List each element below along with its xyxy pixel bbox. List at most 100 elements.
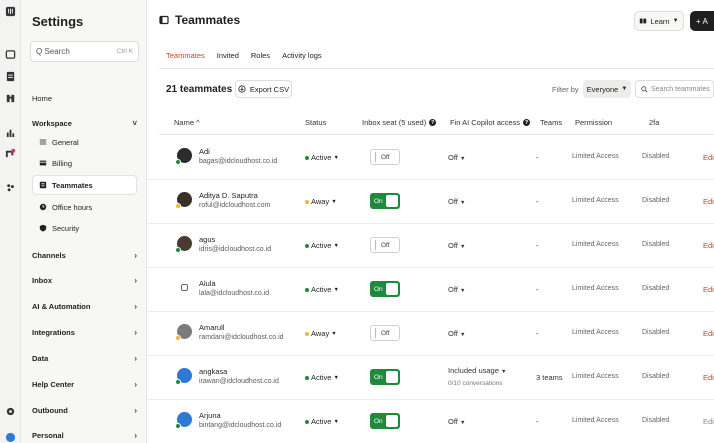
sidebar-item-billing[interactable]: Billing xyxy=(39,153,137,173)
settings-gear-icon[interactable] xyxy=(4,405,17,418)
copilot-access-label: Off xyxy=(448,417,458,426)
search-teammates-input[interactable]: Search teammates xyxy=(635,80,714,98)
user-avatar-icon[interactable] xyxy=(4,430,17,443)
sidebar-item-home[interactable]: Home xyxy=(32,88,137,108)
table-row[interactable]: Adi bagas@idcloudhost.co.id Active ▼ Off Off … xyxy=(147,136,714,180)
teammate-name[interactable]: Aditya D. Saputra xyxy=(199,191,258,200)
caret-down-icon: ▼ xyxy=(459,420,466,426)
sidebar-item-security[interactable]: Security xyxy=(39,218,137,238)
column-header-label: Permission xyxy=(575,118,613,127)
add-teammate-button[interactable]: + A xyxy=(690,11,714,31)
status-dropdown[interactable]: Away ▼ xyxy=(305,329,337,338)
sidebar-section-help-center[interactable]: Help Center › xyxy=(32,374,137,394)
permission-value: Limited Access xyxy=(572,329,619,336)
column-header-name[interactable]: Name ^ xyxy=(174,118,200,127)
status-dropdown[interactable]: Active ▼ xyxy=(305,285,339,294)
learn-button[interactable]: Learn ▼ xyxy=(634,11,684,31)
status-dropdown[interactable]: Active ▼ xyxy=(305,241,339,250)
edit-link[interactable]: Edit xyxy=(703,373,714,382)
book-icon xyxy=(640,18,647,24)
teammate-name[interactable]: Arjuna xyxy=(199,411,221,420)
copilot-access-dropdown[interactable]: Off ▼ xyxy=(448,417,465,426)
reports-icon[interactable] xyxy=(4,126,17,139)
edit-link[interactable]: Edit xyxy=(703,197,714,206)
edit-link[interactable]: Edit xyxy=(703,153,714,162)
outbound-icon[interactable] xyxy=(4,147,17,160)
tab-roles[interactable]: Roles xyxy=(251,51,270,69)
sidebar-item-general[interactable]: General xyxy=(39,132,137,152)
toggle-label: Off xyxy=(381,241,390,249)
inbox-icon[interactable] xyxy=(4,48,17,61)
table-row[interactable]: Amarull ramdani@idcloudhost.co.id Away ▼ Off… xyxy=(147,312,714,356)
sidebar-section-workspace[interactable]: Workspace ˅ xyxy=(32,113,137,133)
copilot-access-dropdown[interactable]: Included usage ▼ xyxy=(448,366,506,375)
teammate-name[interactable]: angkasa xyxy=(199,367,227,376)
sidebar-section-integrations[interactable]: Integrations › xyxy=(32,322,137,342)
sidebar-item-teammates[interactable]: Teammates xyxy=(32,175,137,195)
caret-down-icon: ▼ xyxy=(459,288,466,294)
status-dropdown[interactable]: Active ▼ xyxy=(305,153,339,162)
sidebar-section-data[interactable]: Data › xyxy=(32,348,137,368)
avatar xyxy=(175,412,192,429)
edit-link[interactable]: Edit xyxy=(703,241,714,250)
teammate-name[interactable]: agus xyxy=(199,235,215,244)
sidebar-section-label: Channels xyxy=(32,250,66,260)
sidebar-search[interactable]: Q Search Ctrl K xyxy=(30,41,139,62)
table-row[interactable]: agus idris@idcloudhost.co.id Active ▼ Off Off… xyxy=(147,224,714,268)
sidebar-section-inbox[interactable]: Inbox › xyxy=(32,270,137,290)
copilot-access-dropdown[interactable]: Off ▼ xyxy=(448,197,465,206)
tab-teammates[interactable]: Teammates xyxy=(166,51,205,69)
page-title: Teammates xyxy=(159,13,240,27)
table-row[interactable]: angkasa irawan@idcloudhost.co.id Active ▼ On… xyxy=(147,356,714,400)
sidebar-item-office-hours[interactable]: Office hours xyxy=(39,197,137,217)
copilot-access-label: Included usage xyxy=(448,366,499,375)
teammate-name[interactable]: Adi xyxy=(199,147,210,156)
inbox-seat-toggle[interactable]: On xyxy=(370,193,400,209)
table-row[interactable]: Aditya D. Saputra roful@idcloudhost.com Aw… xyxy=(147,180,714,224)
caret-down-icon: ▼ xyxy=(331,198,337,205)
inbox-seat-toggle[interactable]: Off xyxy=(370,237,400,253)
status-dot xyxy=(305,199,309,204)
copilot-access-dropdown[interactable]: Off ▼ xyxy=(448,153,465,162)
caret-down-icon: ▼ xyxy=(459,244,466,250)
column-header-copilot: Fin AI Copilot access? xyxy=(450,118,531,127)
apps-icon[interactable] xyxy=(4,181,17,194)
sidebar-section-ai-automation[interactable]: AI & Automation › xyxy=(32,296,137,316)
chevron-right-icon: › xyxy=(134,301,137,311)
help-icon[interactable]: ? xyxy=(523,119,531,126)
edit-link[interactable]: Edit xyxy=(703,285,714,294)
tab-bar: Teammates Invited Roles Activity logs xyxy=(166,51,322,69)
inbox-seat-toggle[interactable]: Off xyxy=(370,325,400,341)
status-dot xyxy=(305,287,309,292)
inbox-seat-toggle[interactable]: On xyxy=(370,369,400,385)
export-csv-button[interactable]: Export CSV xyxy=(235,80,292,98)
copilot-access-dropdown[interactable]: Off ▼ xyxy=(448,329,465,338)
table-row[interactable]: Alula lala@idcloudhost.co.id Active ▼ On Off … xyxy=(147,268,714,312)
table-row[interactable]: Arjuna bintang@idcloudhost.co.id Active ▼ On… xyxy=(147,400,714,443)
tab-activity-logs[interactable]: Activity logs xyxy=(282,51,322,69)
copilot-access-dropdown[interactable]: Off ▼ xyxy=(448,241,465,250)
logo-icon[interactable] xyxy=(4,5,17,18)
filter-select[interactable]: Everyone ▼ xyxy=(583,80,631,98)
sidebar-section-outbound[interactable]: Outbound › xyxy=(32,400,137,420)
status-dropdown[interactable]: Active ▼ xyxy=(305,417,339,426)
teammate-name[interactable]: Alula xyxy=(199,279,216,288)
copilot-access-dropdown[interactable]: Off ▼ xyxy=(448,285,465,294)
contacts-icon[interactable] xyxy=(4,92,17,105)
caret-down-icon: ▼ xyxy=(333,418,339,425)
tab-invited[interactable]: Invited xyxy=(217,51,239,69)
teammate-name[interactable]: Amarull xyxy=(199,323,224,332)
inbox-seat-toggle[interactable]: Off xyxy=(370,149,400,165)
edit-link[interactable]: Edit xyxy=(703,329,714,338)
inbox-seat-toggle[interactable]: On xyxy=(370,281,400,297)
articles-icon[interactable] xyxy=(4,70,17,83)
help-icon[interactable]: ? xyxy=(429,119,437,126)
inbox-seat-toggle[interactable]: On xyxy=(370,413,400,429)
status-dropdown[interactable]: Away ▼ xyxy=(305,197,337,206)
status-dropdown[interactable]: Active ▼ xyxy=(305,373,339,382)
sidebar-section-personal[interactable]: Personal › xyxy=(32,425,137,443)
edit-link[interactable]: Edit xyxy=(703,417,714,426)
column-header-2fa: 2fa xyxy=(649,118,659,127)
twofa-value: Disabled xyxy=(642,285,670,292)
sidebar-section-channels[interactable]: Channels › xyxy=(32,245,137,265)
